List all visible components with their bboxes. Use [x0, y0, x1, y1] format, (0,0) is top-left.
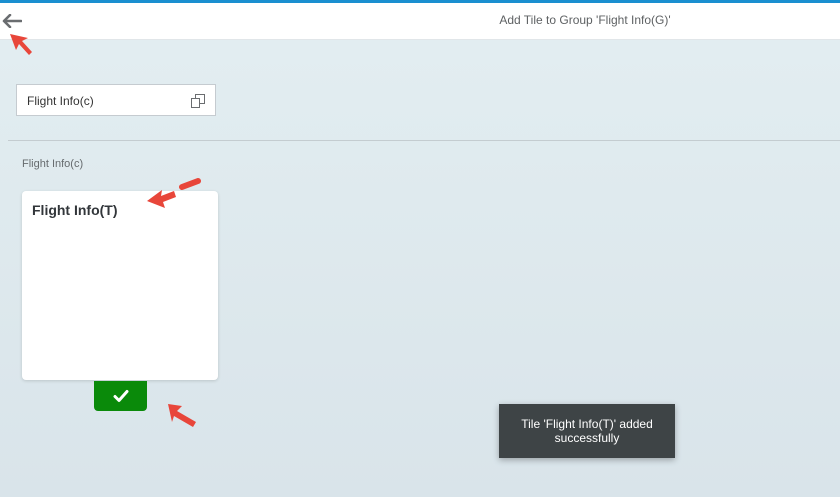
catalog-select[interactable]: Flight Info(c) — [16, 84, 216, 116]
page-title: Add Tile to Group 'Flight Info(G)' — [499, 13, 671, 27]
annotation-arrow-back — [10, 34, 32, 55]
page-header: Add Tile to Group 'Flight Info(G)' — [0, 3, 840, 40]
annotation-arrow-toggle — [168, 404, 196, 427]
copy-icon — [191, 94, 205, 108]
tile-added-toggle[interactable] — [94, 381, 147, 411]
back-arrow-icon — [2, 14, 22, 28]
toast-message: Tile 'Flight Info(T)' added successfully — [499, 404, 675, 458]
tile-title: Flight Info(T) — [32, 202, 118, 218]
checkmark-icon — [113, 390, 128, 402]
tile-flight-info[interactable]: Flight Info(T) — [22, 191, 218, 380]
group-label: Flight Info(c) — [22, 158, 84, 170]
section-divider — [8, 140, 840, 141]
catalog-select-value: Flight Info(c) — [27, 94, 94, 108]
annotation-arrow-tile — [147, 178, 201, 208]
